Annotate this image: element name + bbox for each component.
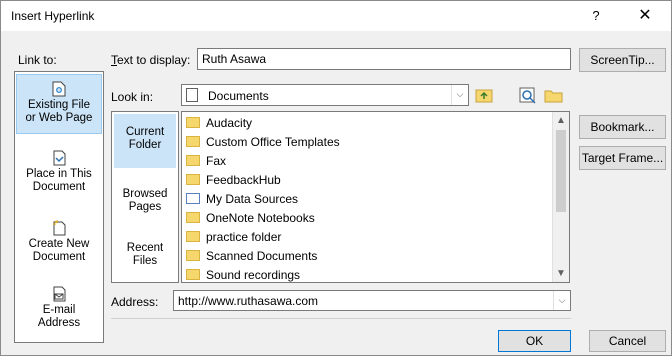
cancel-button[interactable]: Cancel [589, 330, 666, 352]
text-to-display-label: Text to display: [111, 53, 191, 67]
link-email-address[interactable]: E-mail Address [16, 286, 102, 334]
file-name: Audacity [206, 116, 253, 130]
data-sources-folder-icon [186, 193, 200, 204]
browse-web-icon[interactable] [517, 85, 539, 105]
look-in-dropdown[interactable]: Documents ⌵ [181, 84, 469, 106]
link-place-in-document[interactable]: Place in This Document [16, 150, 102, 198]
create-new-document-icon [52, 220, 66, 236]
nav-browsed-line1: Browsed [122, 188, 168, 200]
target-frame-button[interactable]: Target Frame... [579, 146, 666, 170]
title-bar: Insert Hyperlink ? ✕ [1, 1, 671, 31]
nav-browsed-pages[interactable]: Browsed Pages [114, 188, 176, 214]
chevron-down-icon[interactable]: ⌵ [553, 291, 570, 310]
nav-browsed-line2: Pages [128, 201, 162, 213]
address-label: Address: [111, 295, 159, 309]
scrollbar-thumb[interactable] [556, 130, 566, 212]
link-create-new-document[interactable]: Create New Document [16, 220, 102, 268]
up-one-folder-icon[interactable] [473, 85, 495, 105]
link-create-line1: Create New [28, 238, 90, 250]
file-name: Sound recordings [206, 268, 301, 282]
list-item[interactable]: Audacity [186, 114, 252, 132]
file-name: OneNote Notebooks [206, 211, 315, 225]
browse-file-icon[interactable] [543, 85, 565, 105]
address-value: http://www.ruthasawa.com [178, 294, 319, 308]
help-button[interactable]: ? [581, 3, 611, 29]
look-in-nav: Current Folder Browsed Pages Recent File… [111, 111, 179, 283]
bookmark-button[interactable]: Bookmark... [579, 115, 666, 139]
file-name: FeedbackHub [206, 173, 281, 187]
list-item[interactable]: My Data Sources [186, 190, 298, 208]
nav-recent-line2: Files [132, 255, 158, 267]
place-in-document-icon [52, 150, 66, 166]
link-place-line1: Place in This [26, 168, 92, 180]
link-email-line1: E-mail [42, 304, 76, 316]
close-button[interactable]: ✕ [623, 3, 667, 29]
nav-recent-files[interactable]: Recent Files [114, 242, 176, 268]
address-input[interactable]: http://www.ruthasawa.com ⌵ [173, 290, 571, 311]
folder-icon [186, 250, 200, 261]
chevron-down-icon[interactable]: ⌵ [451, 85, 468, 105]
link-email-line2: Address [37, 317, 81, 329]
ok-button[interactable]: OK [498, 330, 571, 352]
folder-icon [186, 117, 200, 128]
insert-hyperlink-dialog: Insert Hyperlink ? ✕ Link to: Text to di… [0, 0, 672, 356]
file-list-scrollbar[interactable]: ▲ ▼ [552, 112, 569, 282]
dialog-title: Insert Hyperlink [11, 9, 95, 23]
scroll-up-icon[interactable]: ▲ [553, 112, 569, 129]
file-name: practice folder [206, 230, 282, 244]
folder-icon [186, 136, 200, 147]
list-item[interactable]: practice folder [186, 228, 281, 246]
list-item[interactable]: Sound recordings [186, 266, 301, 282]
nav-current-line2: Folder [128, 139, 162, 151]
nav-current-line1: Current [125, 126, 165, 138]
existing-file-icon [52, 81, 66, 97]
email-address-icon [52, 286, 66, 302]
nav-recent-line1: Recent [126, 242, 164, 254]
file-name: Custom Office Templates [206, 135, 340, 149]
documents-folder-icon [186, 88, 198, 102]
folder-icon [186, 212, 200, 223]
file-list: Audacity Custom Office Templates Fax Fee… [181, 111, 570, 283]
list-item[interactable]: Fax [186, 152, 226, 170]
file-name: Scanned Documents [206, 249, 318, 263]
link-existing-file-line2: or Web Page [25, 112, 93, 124]
list-item[interactable]: OneNote Notebooks [186, 209, 315, 227]
folder-icon [186, 174, 200, 185]
link-place-line2: Document [32, 181, 86, 193]
folder-icon [186, 231, 200, 242]
link-existing-file-line1: Existing File [28, 99, 90, 111]
file-name: Fax [206, 154, 227, 168]
list-item[interactable]: FeedbackHub [186, 171, 281, 189]
file-name: My Data Sources [206, 192, 299, 206]
link-create-line2: Document [32, 251, 86, 263]
look-in-value: Documents [208, 89, 269, 103]
text-to-display-input[interactable]: Ruth Asawa [197, 48, 571, 70]
list-item[interactable]: Scanned Documents [186, 247, 317, 265]
list-item[interactable]: Custom Office Templates [186, 133, 340, 151]
link-to-label: Link to: [18, 53, 57, 67]
nav-current-folder[interactable]: Current Folder [114, 114, 176, 168]
text-to-display-label-rest: ext to display: [117, 53, 191, 67]
look-in-label: Look in: [111, 90, 154, 104]
divider [111, 318, 571, 319]
link-to-panel: Existing File or Web Page Place in This … [14, 71, 104, 343]
link-existing-file[interactable]: Existing File or Web Page [16, 74, 102, 134]
folder-icon [186, 155, 200, 166]
screentip-button[interactable]: ScreenTip... [579, 48, 666, 72]
folder-icon [186, 269, 200, 280]
scroll-down-icon[interactable]: ▼ [553, 265, 569, 282]
look-in-value-wrap: Documents [186, 88, 269, 103]
